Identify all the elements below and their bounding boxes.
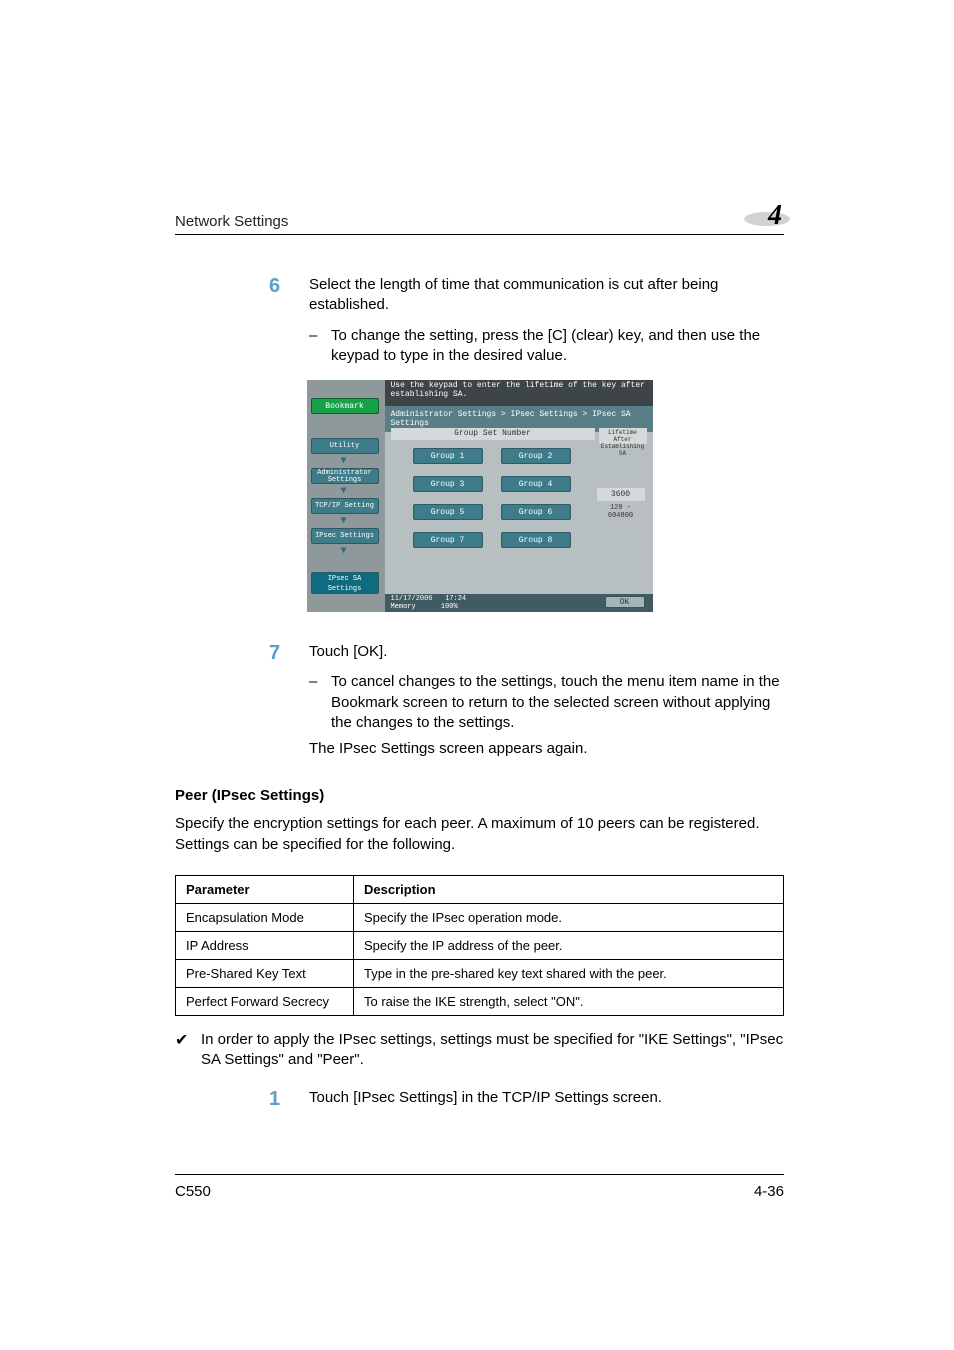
table-row: Perfect Forward Secrecy To raise the IKE… [176,987,784,1015]
ss-lifetime-header: Lifetime After Establishing SA [599,428,647,444]
td-parameter: Pre-Shared Key Text [176,959,354,987]
td-description: Specify the IP address of the peer. [354,931,784,959]
ss-nav-ipsec[interactable]: IPsec Settings [311,528,379,544]
peer-param-table: Parameter Description Encapsulation Mode… [175,875,784,1016]
ss-nav-tcpip[interactable]: TCP/IP Setting [311,498,379,514]
ss-top-bar: Use the keypad to enter the lifetime of … [385,380,653,406]
page-footer: C550 4-36 [175,1174,784,1200]
td-parameter: Encapsulation Mode [176,903,354,931]
table-row: IP Address Specify the IP address of the… [176,931,784,959]
ss-group-6[interactable]: Group 6 [501,504,571,520]
ss-lifetime-range: 120 - 604800 [597,504,645,520]
chapter-badge: 4 [744,200,784,230]
ss-ok-button[interactable]: OK [605,596,645,608]
ss-group-1[interactable]: Group 1 [413,448,483,464]
ss-group-4[interactable]: Group 4 [501,476,571,492]
ss-group-7[interactable]: Group 7 [413,532,483,548]
chapter-oval [744,212,790,226]
ss-datetime: 11/17/2006 17:24 Memory 100% [391,595,467,611]
th-parameter: Parameter [176,875,354,903]
peer-heading: Peer (IPsec Settings) [175,787,784,804]
ss-bookmark-button[interactable]: Bookmark [311,398,379,414]
chapter-number: 4 [768,200,782,232]
ss-nav-ipsecsa[interactable]: IPsec SA Settings [311,572,379,594]
ss-group-5[interactable]: Group 5 [413,504,483,520]
step-7-sub: To cancel changes to the settings, touch… [331,672,784,733]
down-arrow-icon: ▼ [341,486,349,494]
checkmark-icon: ✔ [175,1030,201,1071]
ss-instruction-text: Use the keypad to enter the lifetime of … [391,382,645,400]
step-1b-text: Touch [IPsec Settings] in the TCP/IP Set… [309,1088,784,1108]
td-description: Specify the IPsec operation mode. [354,903,784,931]
footer-page: 4-36 [754,1183,784,1200]
dash-icon: – [309,672,331,733]
table-row: Pre-Shared Key Text Type in the pre-shar… [176,959,784,987]
down-arrow-icon: ▼ [341,456,349,464]
td-parameter: IP Address [176,931,354,959]
check-note: In order to apply the IPsec settings, se… [201,1030,784,1071]
step-6-text: Select the length of time that communica… [309,275,784,316]
step-number-6: 6 [175,275,309,366]
table-header-row: Parameter Description [176,875,784,903]
ss-group-2[interactable]: Group 2 [501,448,571,464]
down-arrow-icon: ▼ [341,546,349,554]
th-description: Description [354,875,784,903]
device-screenshot: Bookmark Utility ▼ Administrator Setting… [307,380,653,612]
step-number-7: 7 [175,642,309,759]
step-7-text: Touch [OK]. [309,642,784,662]
ss-sidebar: Bookmark Utility ▼ Administrator Setting… [307,380,385,612]
down-arrow-icon: ▼ [341,516,349,524]
dash-icon: – [309,326,331,367]
ss-group-8[interactable]: Group 8 [501,532,571,548]
step-6-sub: To change the setting, press the [C] (cl… [331,326,784,367]
step-number-1b: 1 [175,1088,309,1111]
footer-model: C550 [175,1183,211,1200]
step-7-after: The IPsec Settings screen appears again. [309,739,784,759]
td-description: To raise the IKE strength, select "ON". [354,987,784,1015]
ss-group-3[interactable]: Group 3 [413,476,483,492]
ss-group-header: Group Set Number [391,428,595,440]
ss-footer: 11/17/2006 17:24 Memory 100% OK [385,594,653,612]
td-description: Type in the pre-shared key text shared w… [354,959,784,987]
page-header: Network Settings 4 [175,200,784,235]
peer-intro: Specify the encryption settings for each… [175,814,784,855]
table-row: Encapsulation Mode Specify the IPsec ope… [176,903,784,931]
ss-main-area: Administrator Settings > IPsec Settings … [385,406,653,612]
td-parameter: Perfect Forward Secrecy [176,987,354,1015]
ss-lifetime-value: 3600 [597,488,645,501]
ss-nav-admin[interactable]: Administrator Settings [311,468,379,484]
ss-nav-utility[interactable]: Utility [311,438,379,454]
section-title: Network Settings [175,213,288,230]
